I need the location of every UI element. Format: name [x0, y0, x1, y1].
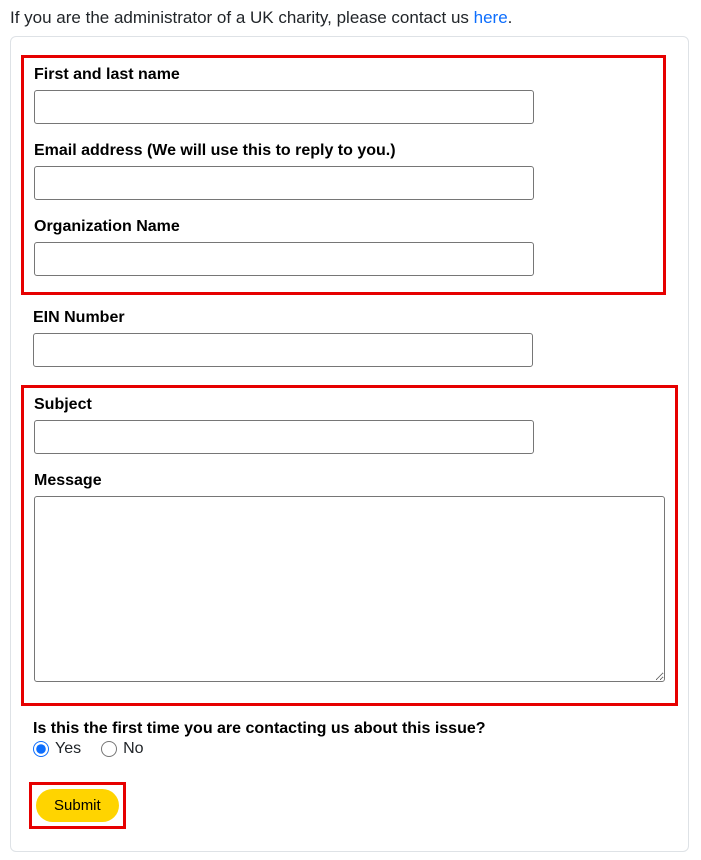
field-email: Email address (We will use this to reply… [34, 142, 653, 200]
radio-row-first-contact: Yes No [33, 740, 666, 758]
radio-no[interactable] [101, 741, 117, 757]
highlight-group-2: Subject Message [21, 385, 678, 706]
label-email: Email address (We will use this to reply… [34, 142, 653, 160]
radio-yes[interactable] [33, 741, 49, 757]
field-ein: EIN Number [33, 309, 666, 367]
textarea-message[interactable] [34, 496, 665, 682]
radio-yes-label: Yes [55, 740, 81, 758]
intro-after: . [508, 8, 513, 27]
input-ein[interactable] [33, 333, 533, 367]
field-subject: Subject [34, 396, 665, 454]
intro-before: If you are the administrator of a UK cha… [10, 8, 474, 27]
field-name: First and last name [34, 66, 653, 124]
label-message: Message [34, 472, 665, 490]
field-org: Organization Name [34, 218, 653, 276]
input-org[interactable] [34, 242, 534, 276]
radio-option-no[interactable]: No [101, 740, 143, 758]
label-subject: Subject [34, 396, 665, 414]
input-name[interactable] [34, 90, 534, 124]
label-org: Organization Name [34, 218, 653, 236]
intro-text: If you are the administrator of a UK cha… [10, 8, 691, 28]
label-ein: EIN Number [33, 309, 666, 327]
label-first-contact: Is this the first time you are contactin… [33, 720, 666, 738]
label-name: First and last name [34, 66, 653, 84]
input-subject[interactable] [34, 420, 534, 454]
submit-button[interactable]: Submit [36, 789, 119, 822]
contact-form: First and last name Email address (We wi… [10, 36, 689, 852]
highlight-group-1: First and last name Email address (We wi… [21, 55, 666, 295]
radio-option-yes[interactable]: Yes [33, 740, 81, 758]
field-message: Message [34, 472, 665, 687]
field-first-contact: Is this the first time you are contactin… [33, 720, 666, 758]
highlight-submit: Submit [29, 782, 126, 829]
input-email[interactable] [34, 166, 534, 200]
uk-charity-link[interactable]: here [474, 8, 508, 27]
radio-no-label: No [123, 740, 143, 758]
